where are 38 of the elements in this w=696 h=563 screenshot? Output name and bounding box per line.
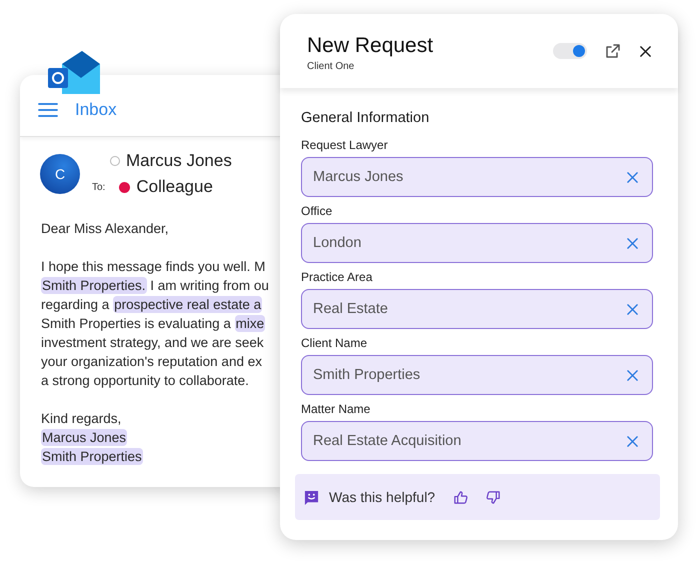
menu-icon[interactable] (38, 102, 58, 116)
greeting-text: Dear Miss Alexander, (41, 220, 170, 238)
feedback-question: Was this helpful? (329, 489, 436, 505)
clear-icon[interactable] (627, 436, 638, 446)
input-field[interactable]: Real Estate (301, 289, 653, 329)
panel-subtitle: Client One (307, 61, 356, 72)
field-label: Request Lawyer (301, 138, 389, 152)
input-field[interactable]: London (301, 223, 653, 263)
closing-text: Kind regards, (41, 410, 122, 428)
body-line: investment strategy, and we are seek (41, 334, 265, 352)
folder-title: Inbox (75, 100, 117, 120)
toggle-switch[interactable] (553, 43, 587, 59)
radio-button[interactable] (110, 156, 120, 166)
clear-icon[interactable] (627, 304, 638, 314)
clear-icon[interactable] (627, 172, 638, 182)
recipient-name: Colleague (136, 177, 213, 197)
body-line: a strong opportunity to collaborate. (41, 372, 250, 390)
input-field[interactable]: Marcus Jones (301, 157, 653, 197)
input-field[interactable]: Smith Properties (301, 355, 653, 395)
body-line: your organization's reputation and ex (41, 353, 263, 371)
thumbs-down-icon[interactable] (486, 490, 502, 504)
field-label: Matter Name (301, 402, 372, 416)
field-label: Client Name (301, 336, 368, 350)
section-heading: General Information (301, 110, 430, 126)
clear-icon[interactable] (627, 370, 638, 380)
panel-title: New Request (307, 34, 434, 58)
body-line: I hope this message finds you well. M (41, 258, 266, 276)
to-label: To: (92, 182, 106, 192)
smiley-chat-icon (304, 490, 319, 504)
input-field[interactable]: Real Estate Acquisition (301, 421, 653, 461)
open-external-icon[interactable] (605, 43, 621, 59)
clear-icon[interactable] (627, 238, 638, 248)
avatar: C (40, 154, 80, 194)
field-label: Practice Area (301, 270, 374, 284)
field-label: Office (301, 204, 334, 218)
sender-name: Marcus Jones (126, 151, 232, 171)
thumbs-up-icon[interactable] (453, 490, 468, 504)
close-icon[interactable] (639, 44, 652, 58)
